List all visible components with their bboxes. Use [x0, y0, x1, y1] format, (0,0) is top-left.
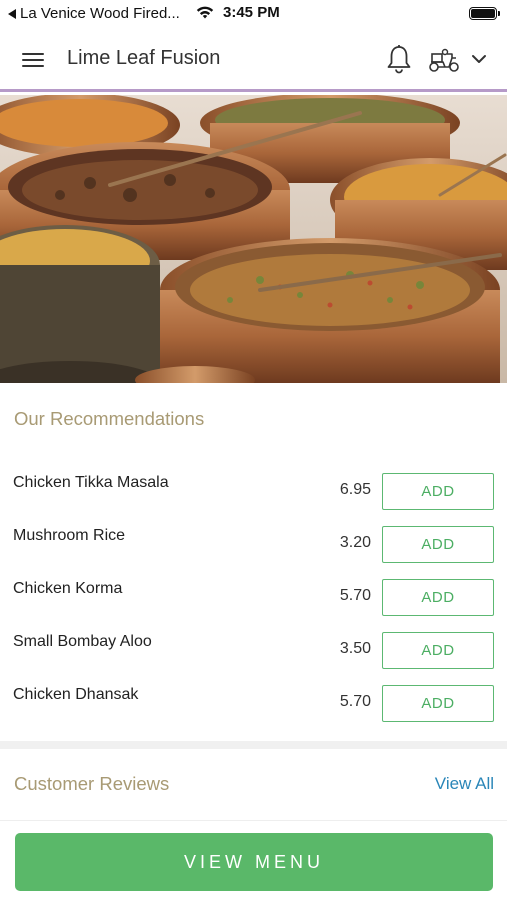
status-back-link[interactable]: La Venice Wood Fired... [8, 5, 180, 22]
delivery-scooter-icon[interactable] [427, 46, 461, 74]
item-name: Mushroom Rice [13, 527, 126, 544]
bottom-bar: VIEW MENU [0, 820, 507, 900]
item-price: 5.70 [339, 587, 371, 604]
list-item: Chicken Dhansak 5.70 ADD [0, 685, 507, 738]
status-bar: La Venice Wood Fired... 3:45 PM [0, 0, 507, 28]
item-price: 3.20 [339, 534, 371, 551]
section-divider [0, 741, 507, 749]
reviews-title: Customer Reviews [14, 773, 170, 794]
list-item: Small Bombay Aloo 3.50 ADD [0, 632, 507, 685]
item-price: 3.50 [339, 640, 371, 657]
view-menu-button[interactable]: VIEW MENU [15, 833, 493, 891]
status-back-label: La Venice Wood Fired... [20, 5, 180, 22]
bell-icon[interactable] [385, 44, 413, 74]
list-item: Chicken Tikka Masala 6.95 ADD [0, 473, 507, 526]
item-name: Chicken Dhansak [13, 686, 139, 703]
item-name: Small Bombay Aloo [13, 633, 152, 650]
item-name: Chicken Tikka Masala [13, 474, 169, 491]
add-button[interactable]: ADD [382, 473, 494, 510]
chevron-down-icon[interactable] [470, 50, 488, 68]
hero-food-image [0, 95, 507, 383]
list-item: Mushroom Rice 3.20 ADD [0, 526, 507, 579]
battery-icon [469, 7, 500, 20]
view-all-reviews-link[interactable]: View All [435, 774, 494, 794]
add-button[interactable]: ADD [382, 632, 494, 669]
menu-icon[interactable] [22, 50, 46, 70]
back-arrow-icon [8, 8, 16, 19]
item-price: 5.70 [339, 693, 371, 710]
add-button[interactable]: ADD [382, 685, 494, 722]
status-time: 3:45 PM [223, 4, 280, 21]
add-button[interactable]: ADD [382, 526, 494, 563]
page-title: Lime Leaf Fusion [67, 47, 221, 69]
wifi-icon [196, 6, 214, 19]
item-name: Chicken Korma [13, 580, 123, 597]
list-item: Chicken Korma 5.70 ADD [0, 579, 507, 632]
status-center: 3:45 PM [195, 4, 280, 21]
recommendations-title: Our Recommendations [14, 408, 205, 429]
add-button[interactable]: ADD [382, 579, 494, 616]
app-header: Lime Leaf Fusion [0, 28, 507, 92]
item-price: 6.95 [339, 481, 371, 498]
